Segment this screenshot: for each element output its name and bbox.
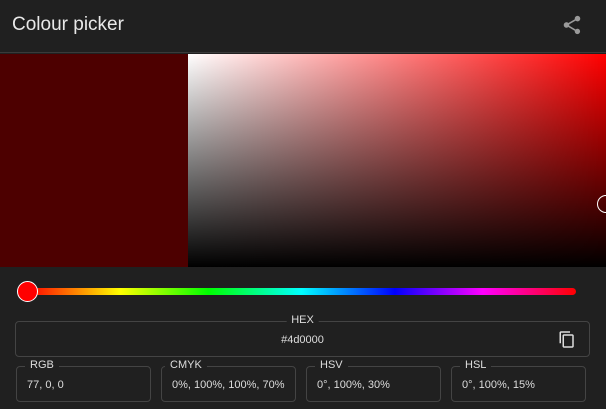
hex-field[interactable]: HEX #4d0000 [15, 314, 590, 357]
hsv-label: HSV [315, 359, 348, 371]
app-header: Colour picker [0, 0, 606, 53]
hsl-label: HSL [460, 359, 492, 371]
hsv-field[interactable]: HSV 0°, 100%, 30% [306, 359, 441, 402]
hue-slider[interactable] [27, 288, 576, 295]
hsv-value[interactable]: 0°, 100%, 30% [317, 379, 390, 391]
cmyk-value[interactable]: 0%, 100%, 100%, 70% [172, 379, 285, 391]
rgb-value[interactable]: 77, 0, 0 [27, 379, 64, 391]
rgb-field[interactable]: RGB 77, 0, 0 [16, 359, 151, 402]
cmyk-field[interactable]: CMYK 0%, 100%, 100%, 70% [161, 359, 296, 402]
hex-value[interactable]: #4d0000 [16, 334, 589, 346]
hsl-value[interactable]: 0°, 100%, 15% [462, 379, 535, 391]
color-preview-swatch [0, 54, 188, 267]
hue-slider-thumb[interactable] [17, 281, 38, 302]
cmyk-label: CMYK [165, 359, 207, 371]
hsl-field[interactable]: HSL 0°, 100%, 15% [451, 359, 586, 402]
page-title: Colour picker [12, 14, 124, 35]
share-icon[interactable] [561, 14, 583, 36]
saturation-value-area[interactable] [188, 54, 606, 267]
hex-label: HEX [286, 314, 319, 326]
copy-icon[interactable] [558, 330, 576, 349]
rgb-label: RGB [25, 359, 59, 371]
